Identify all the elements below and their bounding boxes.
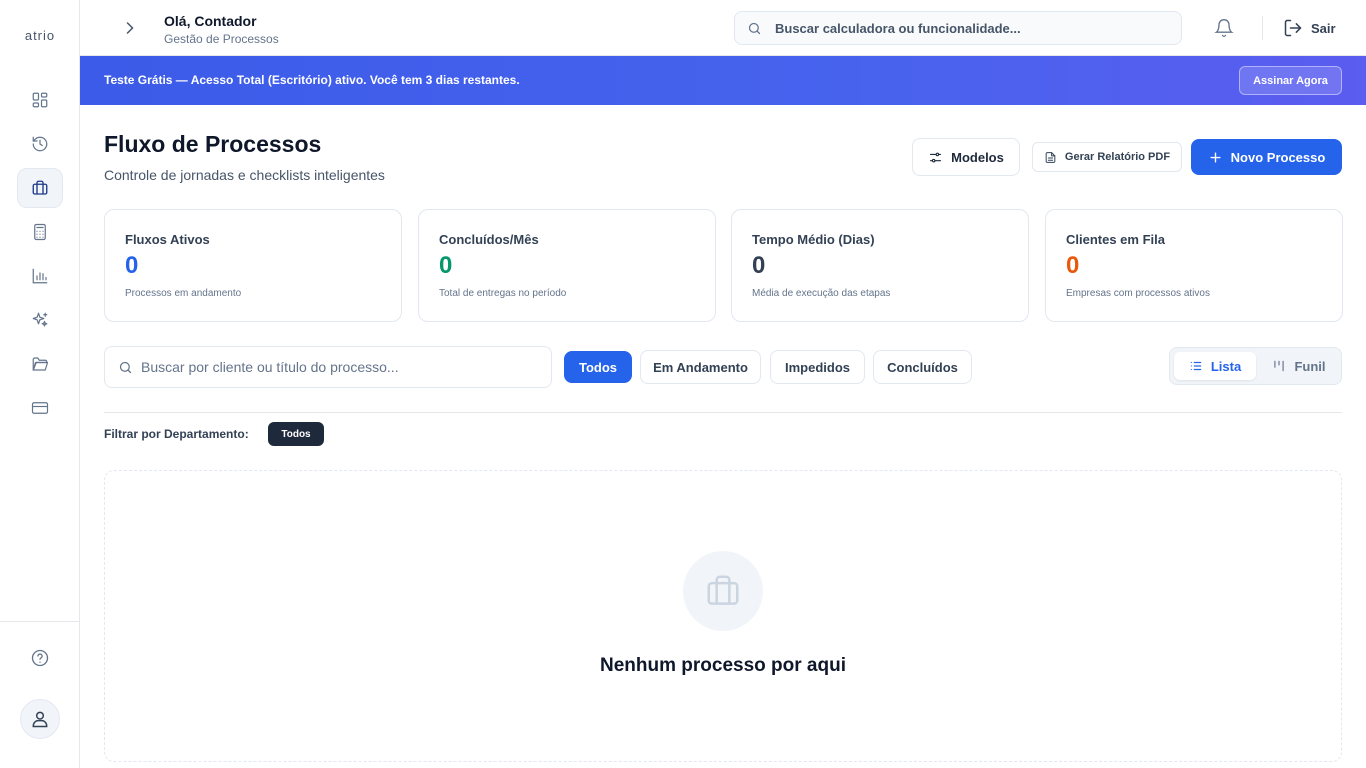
subscribe-button[interactable]: Assinar Agora [1239, 66, 1342, 95]
empty-state-title: Nenhum processo por aqui [600, 655, 846, 676]
grid-icon [32, 92, 48, 108]
folder-icon [32, 357, 49, 371]
user-icon [32, 711, 48, 728]
filter-divider [104, 412, 1342, 413]
view-list-button[interactable]: Lista [1174, 352, 1256, 380]
stat-description: Empresas com processos ativos [1066, 288, 1210, 299]
logo[interactable]: atrio [0, 28, 80, 43]
avatar[interactable] [20, 699, 60, 739]
page-title: Fluxo de Processos [104, 131, 322, 157]
stat-description: Processos em andamento [125, 288, 242, 299]
briefcase-icon [32, 180, 48, 195]
generate-pdf-label: Gerar Relatório PDF [1064, 151, 1171, 163]
stat-card-completed-month: Concluídos/Mês 0 Total de entregas no pe… [418, 209, 716, 322]
header-separator [1262, 16, 1263, 40]
sidebar-item-reports[interactable] [17, 256, 63, 296]
help-icon[interactable] [30, 648, 50, 668]
generate-pdf-button[interactable]: Gerar Relatório PDF [1032, 142, 1182, 172]
greeting: Olá, Contador [164, 13, 257, 29]
logout-button[interactable]: Sair [1283, 18, 1336, 38]
sidebar-item-ai[interactable] [17, 300, 63, 340]
file-text-icon [1045, 151, 1056, 163]
stat-card-clients-queue: Clientes em Fila 0 Empresas com processo… [1045, 209, 1343, 322]
sidebar-item-billing[interactable] [17, 388, 63, 428]
calculator-icon [34, 223, 46, 241]
history-icon [32, 136, 48, 152]
filter-chip-completed[interactable]: Concluídos [873, 350, 972, 384]
stat-description: Total de entregas no período [439, 288, 567, 299]
stat-card-average-time: Tempo Médio (Dias) 0 Média de execução d… [731, 209, 1029, 322]
global-search-input[interactable] [775, 12, 1175, 44]
sparkles-icon [32, 312, 48, 327]
bell-icon[interactable] [1214, 18, 1234, 38]
templates-label: Modelos [951, 149, 1004, 165]
header-subtitle: Gestão de Processos [164, 32, 279, 46]
sidebar-item-dashboard[interactable] [17, 80, 63, 120]
sidebar: atrio [0, 0, 80, 768]
department-chip-all[interactable]: Todos [268, 422, 324, 446]
sidebar-item-processes[interactable] [17, 168, 63, 208]
credit-card-icon [31, 402, 49, 414]
view-funnel-label: Funil [1294, 358, 1326, 374]
empty-state: Nenhum processo por aqui [104, 470, 1342, 762]
briefcase-icon [707, 575, 739, 605]
search-icon [119, 361, 132, 374]
filter-chip-blocked[interactable]: Impedidos [770, 350, 865, 384]
global-search [734, 11, 1182, 45]
view-toggle: Lista Funil [1169, 347, 1342, 385]
trial-banner: Teste Grátis — Acesso Total (Escritório)… [80, 56, 1366, 105]
logout-icon [1284, 19, 1302, 37]
templates-button[interactable]: Modelos [912, 138, 1020, 176]
view-list-label: Lista [1210, 358, 1242, 374]
sidebar-item-calculators[interactable] [17, 212, 63, 252]
stat-value: 0 [752, 252, 766, 279]
top-header: Olá, Contador Gestão de Processos Sair [80, 0, 1366, 56]
stat-value: 0 [1066, 252, 1080, 279]
bar-chart-icon [32, 268, 48, 284]
process-search-input[interactable] [141, 348, 541, 386]
view-funnel-button[interactable]: Funil [1260, 352, 1338, 380]
process-search [104, 346, 552, 388]
sidebar-item-history[interactable] [17, 124, 63, 164]
stat-label: Fluxos Ativos [125, 232, 210, 247]
sidebar-item-files[interactable] [17, 344, 63, 384]
stat-label: Tempo Médio (Dias) [752, 232, 875, 247]
stat-value: 0 [439, 252, 453, 279]
search-icon [748, 22, 761, 35]
list-icon [1190, 361, 1202, 371]
kanban-icon [1274, 360, 1285, 372]
plus-icon [1210, 151, 1221, 163]
department-filter-label: Filtrar por Departamento: [104, 427, 249, 441]
empty-state-icon-wrap [683, 551, 763, 631]
logout-label: Sair [1311, 20, 1336, 36]
trial-banner-text: Teste Grátis — Acesso Total (Escritório)… [104, 73, 520, 87]
sidebar-divider [0, 621, 79, 622]
stat-description: Média de execução das etapas [752, 288, 891, 299]
stat-card-active-flows: Fluxos Ativos 0 Processos em andamento [104, 209, 402, 322]
filter-chip-all[interactable]: Todos [564, 351, 632, 383]
new-process-label: Novo Processo [1230, 149, 1326, 165]
stat-label: Clientes em Fila [1066, 232, 1165, 247]
sliders-icon [930, 152, 942, 162]
page-subtitle: Controle de jornadas e checklists inteli… [104, 167, 385, 183]
stat-label: Concluídos/Mês [439, 232, 539, 247]
chevron-right-icon[interactable] [120, 18, 140, 38]
stat-value: 0 [125, 252, 139, 279]
filter-chip-in-progress[interactable]: Em Andamento [640, 350, 761, 384]
new-process-button[interactable]: Novo Processo [1191, 139, 1342, 175]
